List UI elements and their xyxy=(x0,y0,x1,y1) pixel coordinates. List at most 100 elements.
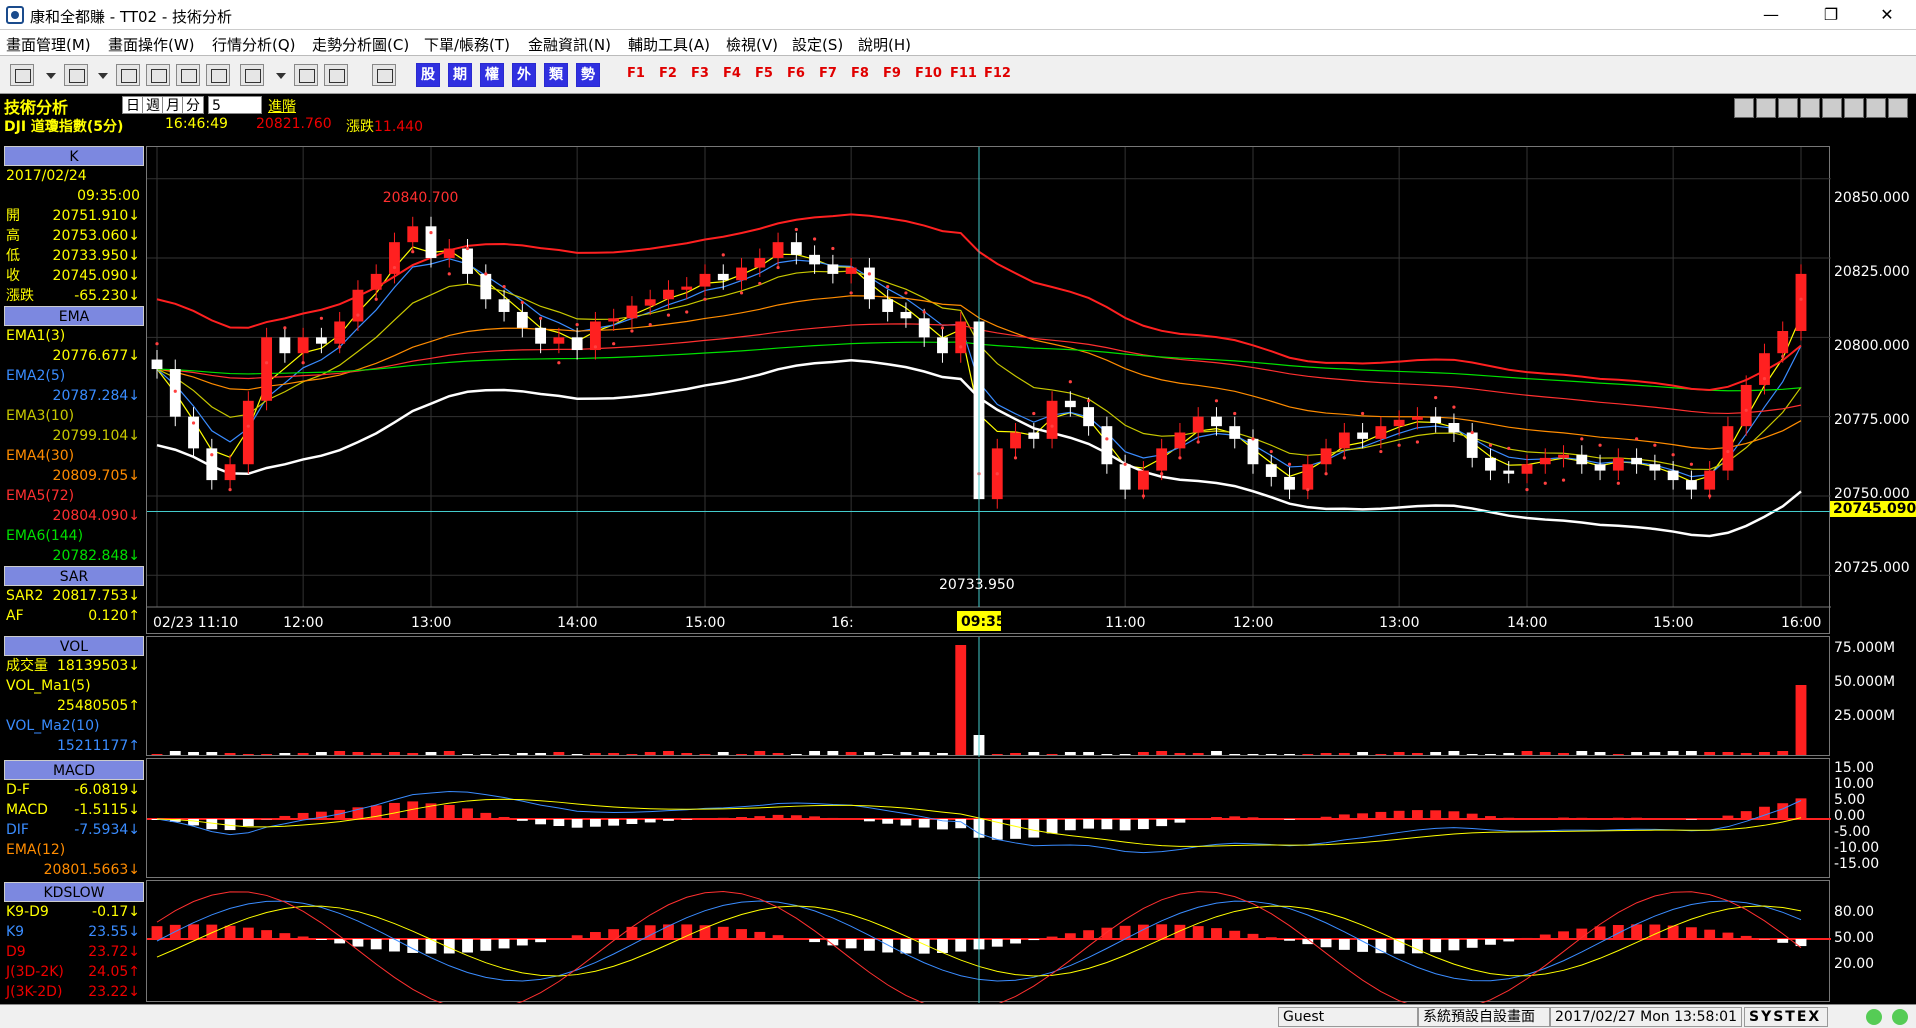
menu-order[interactable]: 下單/帳務(T) xyxy=(424,34,510,55)
menu-screen-operate[interactable]: 畫面操作(W) xyxy=(108,34,195,55)
stock-button[interactable]: 股 xyxy=(416,63,440,87)
plus-icon[interactable] xyxy=(1756,98,1776,118)
k-open: 開 20751.910↓ xyxy=(6,208,140,224)
link-icon[interactable] xyxy=(294,64,318,86)
volume-bar xyxy=(1685,751,1697,755)
f2-button[interactable]: F2 xyxy=(659,66,677,81)
period-day[interactable]: 日 xyxy=(122,96,144,114)
kd-bar xyxy=(242,927,254,939)
futures-button[interactable]: 期 xyxy=(448,63,472,87)
ema-section-header[interactable]: EMA xyxy=(4,306,144,326)
dropdown-arrow-icon[interactable] xyxy=(46,73,56,79)
volume-chart-pane[interactable] xyxy=(146,636,1830,757)
f1-button[interactable]: F1 xyxy=(627,66,645,81)
macd-bar xyxy=(608,819,620,826)
macd-bar xyxy=(462,808,473,819)
k-close: 收 20745.090↓ xyxy=(6,268,140,284)
kd-chart xyxy=(147,881,1831,1003)
candle-body xyxy=(1649,464,1661,471)
chart-icon[interactable] xyxy=(324,64,348,86)
kd-section-header[interactable]: KDSLOW xyxy=(4,882,144,902)
time-label: 15:00 xyxy=(1653,615,1693,631)
window-icon[interactable] xyxy=(176,64,200,86)
screen-icon[interactable] xyxy=(10,64,34,86)
coin-icon[interactable] xyxy=(240,64,264,86)
f9-button[interactable]: F9 xyxy=(883,66,901,81)
sar-section-header[interactable]: SAR xyxy=(4,566,144,586)
close-button[interactable]: ✕ xyxy=(1864,2,1910,28)
period-week[interactable]: 週 xyxy=(142,96,164,114)
macd-section-header[interactable]: MACD xyxy=(4,760,144,780)
menu-view[interactable]: 檢視(V) xyxy=(726,34,778,55)
zoom-out-icon[interactable] xyxy=(1800,98,1820,118)
options-button[interactable]: 權 xyxy=(480,63,504,87)
status-brand: SYSTEX xyxy=(1744,1007,1828,1027)
trend-button[interactable]: 勢 xyxy=(576,63,600,87)
kd-chart-pane[interactable] xyxy=(146,880,1831,1003)
menu-help[interactable]: 說明(H) xyxy=(858,34,911,55)
zoom-in-icon[interactable] xyxy=(1778,98,1798,118)
menu-screen-manage[interactable]: 畫面管理(M) xyxy=(6,34,91,55)
menu-finance-info[interactable]: 金融資訊(N) xyxy=(528,34,611,55)
sar-dot xyxy=(995,472,999,476)
monitor-icon[interactable] xyxy=(64,64,88,86)
macd-bar xyxy=(1521,818,1533,819)
macd-bar xyxy=(535,819,547,825)
time-label: 11:00 xyxy=(1105,615,1145,631)
k-section-header[interactable]: K xyxy=(4,146,144,166)
minimize-button[interactable]: — xyxy=(1748,2,1794,28)
f7-button[interactable]: F7 xyxy=(819,66,837,81)
sar-dot xyxy=(210,453,214,457)
price-chart-pane[interactable]: 20840.700 20733.950 02/23 11:10 12:00 13:00 1… xyxy=(146,146,1831,634)
period-minute[interactable]: 分 xyxy=(182,96,204,114)
kd-bar xyxy=(809,939,821,943)
f10-button[interactable]: F10 xyxy=(915,66,942,81)
f3-button[interactable]: F3 xyxy=(691,66,709,81)
menu-quote-analysis[interactable]: 行情分析(Q) xyxy=(212,34,296,55)
category-button[interactable]: 類 xyxy=(544,63,568,87)
menu-trend-chart[interactable]: 走勢分析圖(C) xyxy=(312,34,409,55)
split-icon[interactable] xyxy=(206,64,230,86)
status-layout[interactable]: 系統預設自設畫面 xyxy=(1418,1007,1550,1027)
f4-button[interactable]: F4 xyxy=(723,66,741,81)
dropdown-arrow-icon[interactable] xyxy=(98,73,108,79)
save-icon[interactable] xyxy=(1844,98,1864,118)
price-tick: 20725.000 xyxy=(1834,560,1910,576)
sar-dot xyxy=(1726,449,1730,454)
copy-icon[interactable] xyxy=(1866,98,1886,118)
k-change: 漲跌 -65.230↓ xyxy=(6,288,140,304)
menu-settings[interactable]: 設定(S) xyxy=(792,34,843,55)
sar-dot xyxy=(1580,437,1584,441)
settings-icon[interactable] xyxy=(1822,98,1842,118)
quote-time: 16:46:49 xyxy=(165,116,228,132)
logo-icon[interactable] xyxy=(372,64,396,86)
volume-bar xyxy=(1448,751,1460,755)
foreign-button[interactable]: 外 xyxy=(512,63,536,87)
volume-bar xyxy=(717,752,729,755)
candle-body xyxy=(297,337,309,354)
pin-icon[interactable] xyxy=(1888,98,1908,118)
candle-body xyxy=(1320,448,1332,465)
maximize-button[interactable]: ❐ xyxy=(1808,2,1854,28)
kd-bar xyxy=(462,939,473,953)
interval-select[interactable]: 5 xyxy=(208,96,262,114)
minus-icon[interactable] xyxy=(1734,98,1754,118)
macd-bar xyxy=(1284,819,1295,820)
f12-button[interactable]: F12 xyxy=(984,66,1011,81)
f5-button[interactable]: F5 xyxy=(755,66,773,81)
volume-bar xyxy=(1156,751,1168,755)
advanced-link[interactable]: 進階 xyxy=(268,96,296,116)
period-month[interactable]: 月 xyxy=(162,96,184,114)
close-window-icon[interactable] xyxy=(146,64,170,86)
vol-section-header[interactable]: VOL xyxy=(4,636,144,656)
macd-chart-pane[interactable] xyxy=(146,758,1831,879)
dropdown-arrow-icon[interactable] xyxy=(276,73,286,79)
f11-button[interactable]: F11 xyxy=(950,66,977,81)
f8-button[interactable]: F8 xyxy=(851,66,869,81)
search-icon[interactable] xyxy=(116,64,140,86)
sar-dot xyxy=(1105,437,1109,441)
f6-button[interactable]: F6 xyxy=(787,66,805,81)
menu-tools[interactable]: 輔助工具(A) xyxy=(628,34,710,55)
volume-bar xyxy=(1594,752,1606,755)
volume-bar xyxy=(1357,752,1369,755)
